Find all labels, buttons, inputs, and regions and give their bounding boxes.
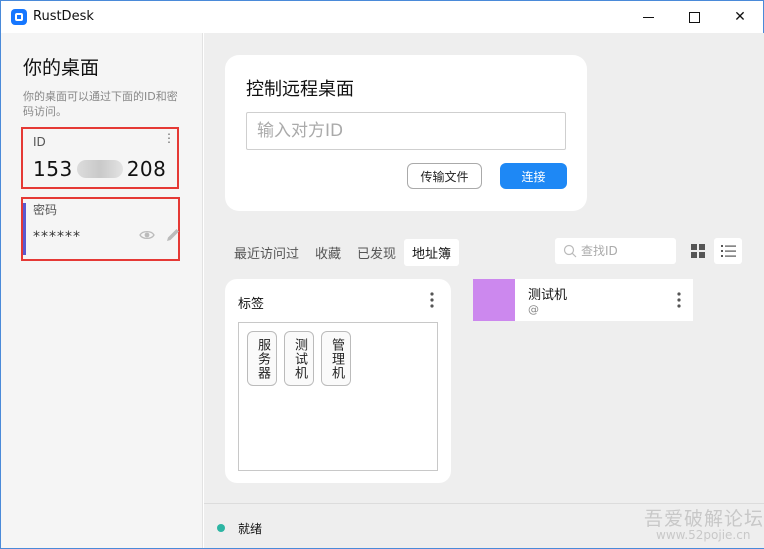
tab-favorites[interactable]: 收藏 — [307, 239, 349, 266]
peer-tabs: 最近访问过 收藏 已发现 地址簿 — [204, 237, 460, 267]
tab-discovered[interactable]: 已发现 — [349, 239, 404, 266]
status-text: 就绪 — [238, 522, 263, 536]
tag-chip[interactable]: 服务器 — [247, 331, 277, 386]
watermark-url: www.52pojie.cn — [656, 528, 751, 542]
search-id-input[interactable] — [581, 242, 669, 260]
tab-address-book[interactable]: 地址簿 — [404, 238, 460, 266]
id-menu-icon[interactable]: ⋮ — [163, 131, 175, 145]
remote-id-input[interactable] — [246, 112, 566, 150]
more-options-icon[interactable] — [675, 291, 683, 309]
id-section: ID 153 208 ⋮ — [21, 127, 179, 189]
connect-button[interactable]: 连接 — [500, 163, 567, 189]
password-section: 密码 ****** — [21, 197, 180, 261]
id-prefix: 153 — [33, 157, 73, 181]
rustdesk-logo-icon — [11, 9, 27, 25]
maximize-button[interactable] — [671, 1, 717, 33]
peer-avatar — [473, 279, 515, 321]
maximize-icon — [688, 11, 700, 23]
status-indicator-icon — [217, 524, 225, 532]
watermark-title: 吾爱破解论坛 — [644, 508, 764, 530]
password-value: ****** — [33, 229, 81, 245]
minimize-button[interactable] — [625, 1, 671, 33]
transfer-file-button[interactable]: 传输文件 — [407, 163, 482, 189]
title-bar: RustDesk ✕ — [1, 1, 763, 33]
close-button[interactable]: ✕ — [717, 1, 763, 33]
id-label: ID — [33, 135, 46, 149]
grid-view-icon[interactable] — [685, 238, 711, 264]
your-desktop-description: 你的桌面可以通过下面的ID和密码访问。 — [23, 90, 178, 118]
tags-title: 标签 — [238, 297, 265, 312]
connect-card: 控制远程桌面 传输文件 连接 — [225, 55, 587, 211]
tab-recent[interactable]: 最近访问过 — [226, 239, 307, 266]
id-suffix: 208 — [126, 157, 167, 181]
tag-chip[interactable]: 测试机 — [284, 331, 314, 386]
peer-name: 测试机 — [528, 288, 568, 303]
tag-chip[interactable]: 管理机 — [321, 331, 351, 386]
tags-list: 服务器 测试机 管理机 — [238, 322, 438, 471]
eye-icon[interactable] — [139, 227, 155, 243]
more-options-icon[interactable] — [428, 291, 436, 309]
tags-card: 标签 服务器 测试机 管理机 — [225, 279, 451, 483]
search-icon — [563, 244, 577, 258]
connect-title: 控制远程桌面 — [246, 79, 354, 100]
id-blurred-segment — [76, 160, 123, 178]
peer-subtitle: @ — [528, 303, 539, 316]
your-desktop-panel: 你的桌面 你的桌面可以通过下面的ID和密码访问。 ID 153 208 ⋮ 密码 … — [1, 33, 203, 548]
password-focus-bar — [23, 203, 26, 255]
app-title: RustDesk — [33, 9, 94, 24]
close-icon: ✕ — [734, 9, 746, 25]
list-view-icon[interactable] — [714, 238, 742, 264]
peer-card[interactable]: 测试机 @ — [473, 279, 693, 321]
your-desktop-title: 你的桌面 — [23, 57, 100, 79]
app-window: RustDesk ✕ 你的桌面 你的桌面可以通过下面的ID和密码访问。 ID 1… — [0, 0, 764, 549]
pencil-icon[interactable] — [165, 227, 181, 243]
minimize-icon — [642, 16, 654, 18]
password-label: 密码 — [33, 203, 58, 217]
search-box — [555, 238, 676, 264]
control-remote-panel: 控制远程桌面 传输文件 连接 最近访问过 收藏 已发现 地址簿 — [204, 33, 764, 503]
status-bar: 就绪 吾爱破解论坛 www.52pojie.cn — [204, 503, 764, 548]
id-value[interactable]: 153 208 — [33, 157, 166, 181]
